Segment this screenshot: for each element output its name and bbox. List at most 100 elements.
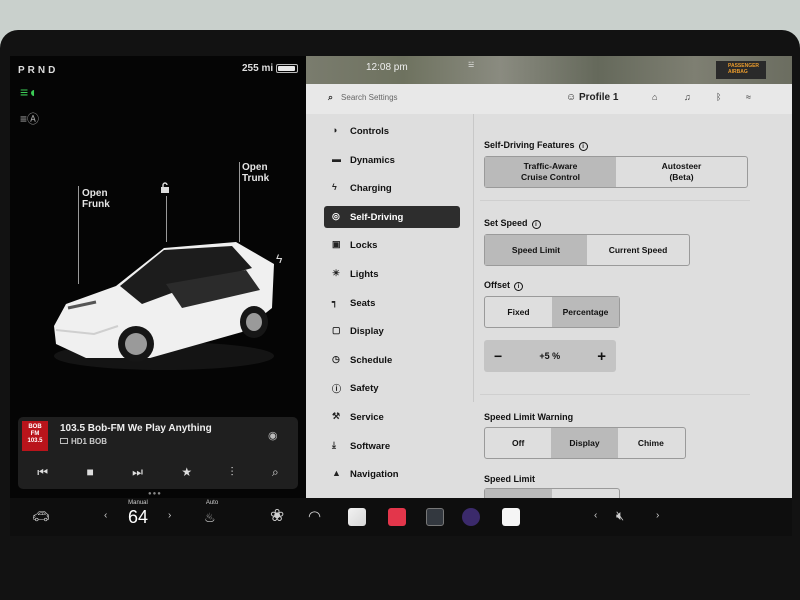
nav-item-label: Seats: [350, 297, 376, 309]
car-icon[interactable]: 🚗︎: [32, 508, 50, 525]
profile-button[interactable]: ☺ Profile 1: [566, 92, 618, 103]
equalizer-icon[interactable]: ⫶: [231, 465, 234, 480]
nav-item-navigation[interactable]: ▲ Navigation: [324, 463, 460, 485]
volume-down-icon[interactable]: ‹: [594, 510, 597, 521]
set-speed-label-text: Set Speed: [484, 218, 528, 228]
clock: 12:08 pm: [366, 62, 408, 73]
home-icon[interactable]: ⌂: [652, 92, 657, 102]
favorite-icon[interactable]: ★: [181, 465, 192, 479]
info-icon[interactable]: i: [531, 220, 541, 229]
increase-button[interactable]: +: [597, 348, 606, 365]
settings-panel: ⌕ Search Settings ☺ Profile 1 ⌂ ♫ ᛒ ≈ ◑ Co…: [306, 84, 792, 502]
climate-mode-label: Manual: [128, 500, 148, 506]
touchscreen: PRND 255 mi ≡◖ ≡Ⓐ Open Frunk Open Trunk …: [10, 56, 792, 536]
previous-icon[interactable]: ⏮: [37, 465, 48, 480]
station-name: 103.5 Bob-FM We Play Anything: [60, 423, 212, 434]
nav-item-locks[interactable]: ▣ Locks: [324, 234, 460, 256]
settings-nav: ◑ Controls ▬ Dynamics ϟ Charging ◎ Self-Driving…: [306, 114, 472, 498]
nav-item-lights[interactable]: ☀ Lights: [324, 263, 460, 285]
bluetooth-icon[interactable]: ᛒ: [716, 92, 721, 102]
speed-limit-warning-option[interactable]: Off: [485, 428, 551, 458]
temp-down-icon[interactable]: ‹: [104, 510, 107, 521]
self-driving-feature-option[interactable]: Traffic-Aware Cruise Control: [485, 157, 616, 187]
set-speed-option[interactable]: Speed Limit: [485, 235, 587, 265]
settings-top-bar: ⌕ Search Settings ☺ Profile 1 ⌂ ♫ ᛒ ≈: [306, 84, 792, 114]
radio-source-icon[interactable]: ◉: [268, 429, 278, 442]
offset-label-text: Offset: [484, 280, 511, 290]
toybox-app-icon[interactable]: [348, 508, 366, 526]
nav-item-schedule[interactable]: ◷ Schedule: [324, 349, 460, 371]
volume-up-icon[interactable]: ›: [656, 510, 659, 521]
app-launcher-icon[interactable]: [426, 508, 444, 526]
display-icon: ▢: [332, 325, 341, 336]
next-icon[interactable]: ⏭: [132, 465, 143, 480]
info-icon[interactable]: i: [578, 142, 588, 151]
nav-item-software[interactable]: ⤓ Software: [324, 435, 460, 457]
stop-icon[interactable]: ■: [86, 465, 93, 479]
speed-limit-warning-option[interactable]: Display: [551, 428, 618, 458]
nav-item-dynamics[interactable]: ▬ Dynamics: [324, 149, 460, 171]
unlocked-icon[interactable]: [160, 182, 171, 193]
wrench-icon: ⚒: [332, 411, 341, 421]
offset-label: Offset i: [484, 280, 524, 291]
seat-icon: ┑: [332, 296, 338, 307]
bell-icon[interactable]: ♫: [684, 92, 691, 102]
temp-up-icon[interactable]: ›: [168, 510, 171, 521]
search-placeholder: Search Settings: [341, 93, 398, 102]
set-speed-label: Set Speed i: [484, 218, 541, 229]
station-subtitle: HD1 BOB: [60, 437, 107, 446]
nav-item-seats[interactable]: ┑ Seats: [324, 292, 460, 314]
section-divider: [480, 200, 750, 201]
steering-wheel-icon: ◎: [332, 210, 340, 221]
nav-item-charging[interactable]: ϟ Charging: [324, 177, 460, 199]
fan-icon[interactable]: ❀: [270, 506, 284, 526]
search-field[interactable]: ⌕ Search Settings: [328, 92, 398, 103]
search-icon: ⌕: [328, 92, 334, 102]
open-trunk-button[interactable]: Open Trunk: [242, 162, 269, 184]
section-divider: [480, 394, 750, 395]
nav-item-label: Lights: [350, 269, 379, 280]
speed-limit-warning-option[interactable]: Chime: [618, 428, 684, 458]
notes-app-icon[interactable]: [502, 508, 520, 526]
sun-icon: ☀: [332, 268, 341, 278]
camera-app-icon[interactable]: [462, 508, 480, 526]
open-frunk-button[interactable]: Open Frunk: [82, 188, 110, 210]
speed-limit-warning-label: Speed Limit Warning: [484, 412, 574, 422]
defrost-icon[interactable]: ◠: [308, 507, 321, 525]
offset-option[interactable]: Fixed: [485, 297, 552, 327]
search-media-icon[interactable]: ⌕: [272, 465, 279, 480]
nav-item-label: Safety: [350, 383, 379, 395]
info-icon[interactable]: i: [514, 282, 524, 291]
music-app-icon[interactable]: [388, 508, 406, 526]
headlight-icon[interactable]: ≡◖: [20, 84, 37, 100]
car-icon: ▬: [332, 153, 341, 164]
page-dots: ●●●: [148, 491, 162, 497]
self-driving-feature-option[interactable]: Autosteer (Beta): [616, 157, 747, 187]
nav-item-display[interactable]: ▢ Display: [324, 320, 460, 342]
nav-item-label: Charging: [350, 183, 392, 195]
nav-item-label: Dynamics: [350, 154, 395, 166]
volume-mute-icon[interactable]: 🔇︎: [616, 508, 624, 524]
wifi-icon[interactable]: ≈: [746, 92, 751, 102]
set-speed-option[interactable]: Current Speed: [587, 235, 689, 265]
nav-item-self-driving[interactable]: ◎ Self-Driving: [324, 205, 460, 228]
nav-item-safety[interactable]: ⓘ Safety: [324, 377, 460, 399]
nav-item-controls[interactable]: ◑ Controls: [324, 120, 460, 142]
seat-heat-mode-label: Auto: [205, 500, 219, 506]
auto-headlight-icon[interactable]: ≡Ⓐ: [20, 110, 39, 127]
lock-icon: ▣: [332, 239, 341, 250]
clock-icon: ◷: [332, 353, 340, 364]
seat-heater-icon[interactable]: ♨: [204, 510, 216, 526]
toggle-icon: ◑: [332, 125, 338, 135]
decrease-button[interactable]: −: [494, 348, 502, 364]
media-player: BOB FM 103.5 103.5 Bob-FM We Play Anythi…: [18, 417, 298, 489]
offset-option[interactable]: Percentage: [552, 297, 619, 327]
station-logo: BOB FM 103.5: [22, 421, 48, 451]
media-controls: ⏮ ■ ⏭ ★ ⫶ ⌕: [18, 461, 298, 483]
self-driving-features-selector: Traffic-Aware Cruise Control Autosteer (B…: [484, 156, 748, 188]
nav-divider: [473, 114, 474, 402]
temperature-readout[interactable]: 64: [122, 507, 154, 528]
nav-item-label: Controls: [350, 126, 390, 137]
nav-item-service[interactable]: ⚒ Service: [324, 406, 460, 428]
features-label-text: Self-Driving Features: [484, 140, 575, 150]
